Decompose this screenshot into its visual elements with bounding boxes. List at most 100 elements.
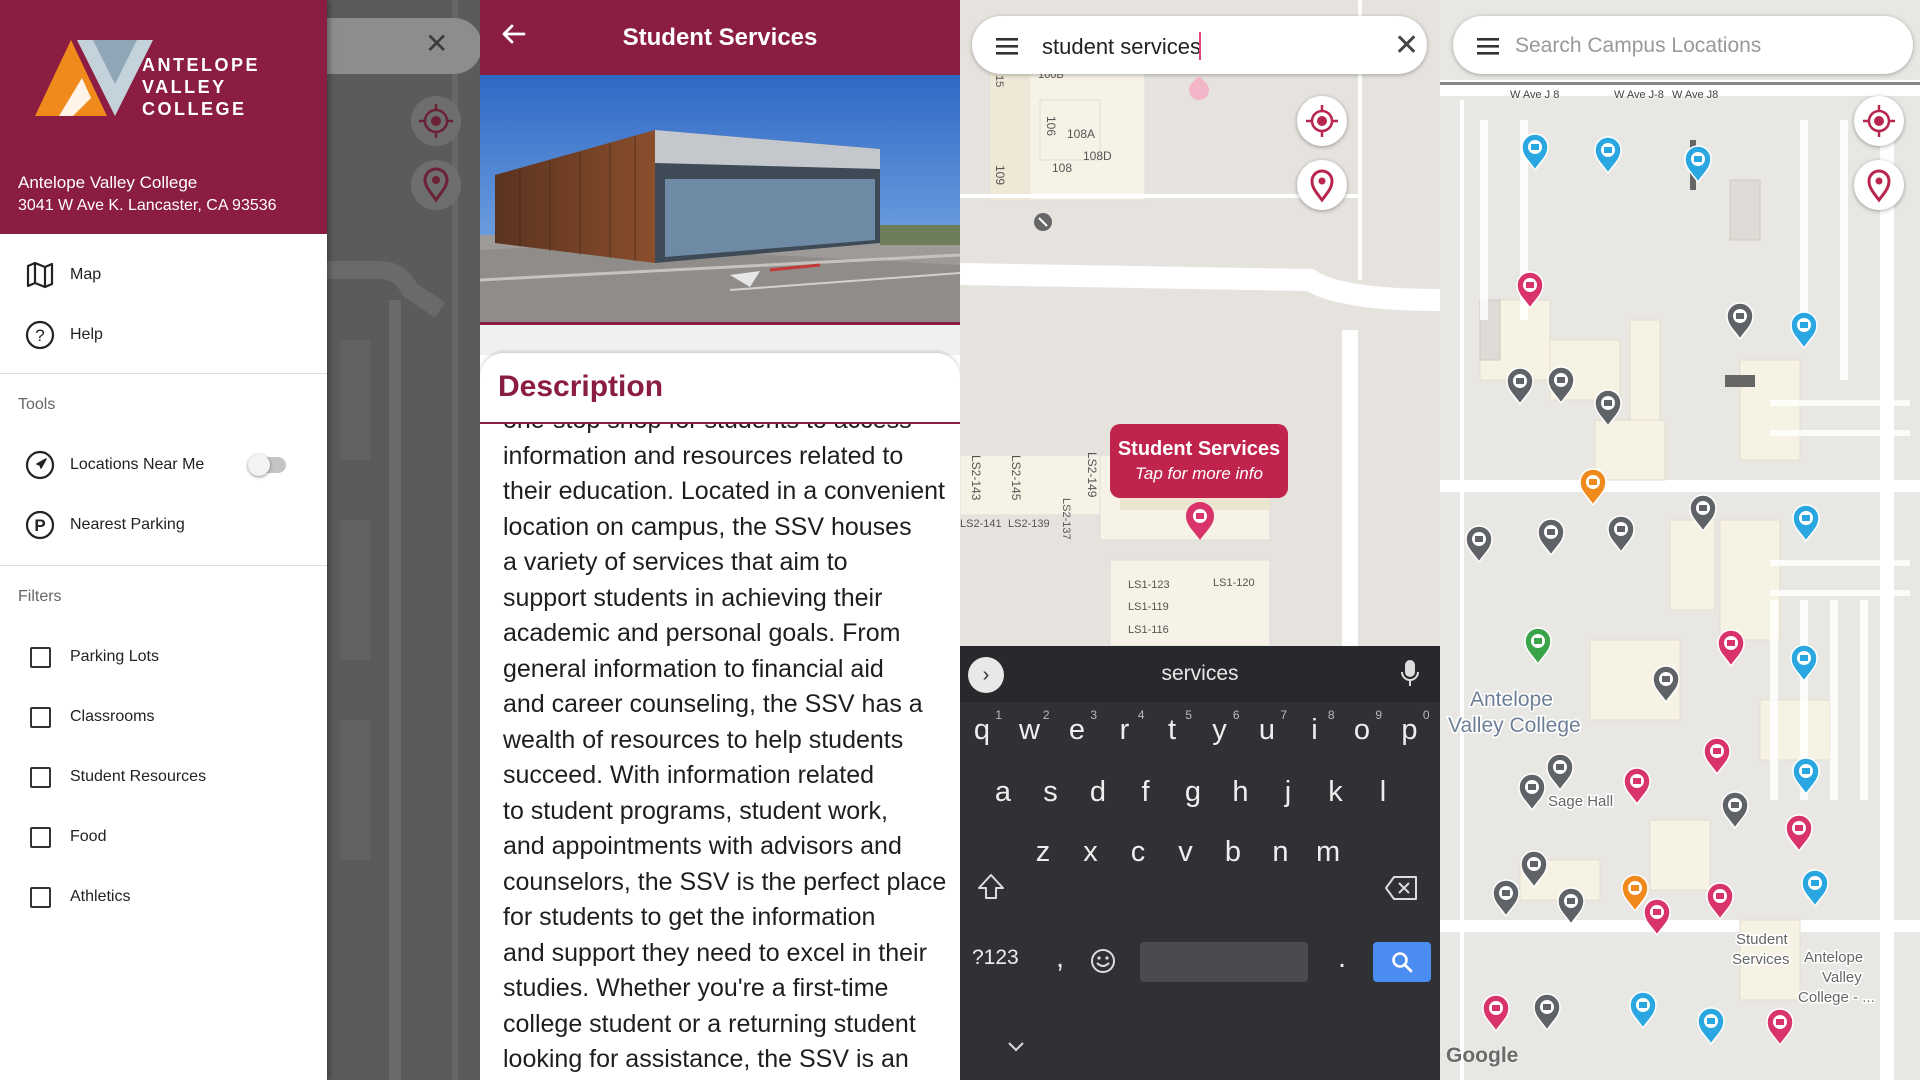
backspace-icon[interactable] — [1384, 875, 1418, 901]
key-r[interactable]: r4 — [1113, 708, 1145, 747]
clear-search-icon[interactable]: ✕ — [1394, 28, 1419, 63]
key-q[interactable]: q1 — [970, 708, 1002, 747]
microphone-icon[interactable] — [1400, 658, 1420, 688]
college-name: Antelope Valley College — [18, 173, 198, 192]
food-checkbox[interactable] — [29, 826, 51, 848]
tools-heading: Tools — [18, 396, 56, 413]
room-label: LS2-141 — [960, 518, 1002, 530]
chevron-down-icon[interactable] — [1006, 1040, 1026, 1054]
room-label: LS1-123 — [1128, 579, 1170, 591]
filter-classrooms[interactable]: Classrooms — [0, 692, 327, 742]
locations-near-me-toggle[interactable] — [248, 454, 286, 476]
pin-fab[interactable] — [411, 160, 461, 210]
filter-student-resources[interactable]: Student Resources — [0, 752, 327, 802]
key-number-hint: 1 — [995, 708, 1002, 722]
key-c[interactable]: c — [1126, 836, 1150, 869]
search-bar[interactable]: student services ✕ — [972, 16, 1427, 105]
comma-key[interactable]: , — [1056, 942, 1064, 975]
search-screen: 100B 106 108A 108D 108 109 15 LS2-143 LS… — [960, 0, 1440, 1080]
suggestion-word[interactable]: services — [960, 662, 1440, 686]
drawer-header: ANTELOPE VALLEY COLLEGE Antelope Valley … — [0, 0, 327, 234]
shift-icon[interactable] — [976, 872, 1006, 902]
nav-item-help[interactable]: ? Help — [0, 310, 327, 360]
symbols-key[interactable]: ?123 — [972, 946, 1019, 970]
search-bar[interactable]: Search Campus Locations — [1453, 16, 1913, 74]
description-scroll[interactable]: one-stop shop for students to access info… — [480, 424, 960, 1080]
key-a[interactable]: a — [991, 776, 1015, 809]
building-photo — [480, 75, 960, 325]
key-number-hint: 3 — [1090, 708, 1097, 722]
place-label-antelope-valley-college: Antelope — [1470, 688, 1553, 711]
menu-icon[interactable] — [1477, 37, 1501, 57]
section-heading: Description — [498, 370, 664, 403]
student-resources-checkbox[interactable] — [29, 766, 51, 788]
key-label: s — [1043, 776, 1058, 808]
nav-item-label: Help — [70, 326, 103, 343]
pin-fab[interactable] — [1297, 160, 1347, 210]
key-e[interactable]: e3 — [1065, 708, 1097, 747]
search-key[interactable] — [1373, 942, 1431, 982]
campus-map[interactable]: W Ave J 8 W Ave J-8 W Ave J8 Antelope Va… — [1440, 0, 1920, 1080]
filter-parking-lots[interactable]: Parking Lots — [0, 632, 327, 682]
key-l[interactable]: l — [1371, 776, 1395, 809]
key-n[interactable]: n — [1269, 836, 1293, 869]
key-o[interactable]: o9 — [1350, 708, 1382, 747]
search-input[interactable]: student services — [1042, 34, 1201, 60]
key-s[interactable]: s — [1039, 776, 1063, 809]
room-label: 15 — [993, 75, 1005, 87]
emoji-icon[interactable] — [1090, 948, 1116, 974]
key-i[interactable]: i8 — [1303, 708, 1334, 747]
key-p[interactable]: p0 — [1398, 708, 1429, 747]
key-h[interactable]: h — [1229, 776, 1253, 809]
target-icon — [419, 104, 453, 138]
room-label: 108 — [1052, 161, 1072, 175]
search-input-placeholder[interactable]: Search Campus Locations — [1515, 34, 1761, 58]
menu-icon[interactable] — [996, 37, 1020, 57]
key-label: a — [994, 776, 1012, 808]
key-j[interactable]: j — [1276, 776, 1300, 809]
key-w[interactable]: w2 — [1018, 708, 1049, 747]
tool-locations-near-me[interactable]: Locations Near Me — [0, 440, 327, 490]
description-line: one-stop shop for students to access — [503, 424, 953, 439]
key-m[interactable]: m — [1316, 836, 1340, 869]
key-t[interactable]: t5 — [1160, 708, 1192, 747]
filter-label: Student Resources — [70, 768, 207, 785]
key-f[interactable]: f — [1134, 776, 1158, 809]
key-y[interactable]: y6 — [1208, 708, 1239, 747]
description-line: academic and personal goals. From — [503, 619, 901, 647]
key-x[interactable]: x — [1079, 836, 1103, 869]
key-z[interactable]: z — [1031, 836, 1055, 869]
filter-label: Parking Lots — [70, 648, 159, 665]
space-key[interactable] — [1140, 942, 1308, 982]
key-g[interactable]: g — [1181, 776, 1205, 809]
my-location-fab[interactable] — [411, 96, 461, 146]
target-icon — [1863, 105, 1895, 137]
classrooms-checkbox[interactable] — [29, 706, 51, 728]
room-label: LS1-116 — [1128, 624, 1169, 636]
place-label-student-services: Services — [1732, 951, 1790, 968]
filter-food[interactable]: Food — [0, 812, 327, 862]
location-tooltip[interactable]: Student Services Tap for more info — [1110, 424, 1288, 498]
key-k[interactable]: k — [1324, 776, 1348, 809]
close-icon[interactable]: ✕ — [425, 30, 448, 58]
description-line: wealth of resources to help students — [503, 725, 904, 754]
pin-fab[interactable] — [1854, 160, 1904, 210]
period-key[interactable]: . — [1338, 942, 1346, 975]
key-d[interactable]: d — [1086, 776, 1110, 809]
filter-athletics[interactable]: Athletics — [0, 872, 327, 922]
key-label: u — [1258, 714, 1276, 746]
tool-nearest-parking[interactable]: P Nearest Parking — [0, 500, 327, 550]
key-b[interactable]: b — [1221, 836, 1245, 869]
my-location-fab[interactable] — [1854, 96, 1904, 146]
key-u[interactable]: u7 — [1255, 708, 1287, 747]
place-label-antelope-valley-college-2: Valley — [1822, 969, 1862, 986]
nav-item-map[interactable]: Map — [0, 250, 327, 300]
parking-lots-checkbox[interactable] — [29, 646, 51, 668]
key-label: q — [973, 714, 991, 746]
search-icon — [1392, 952, 1413, 973]
search-bar-behind-drawer — [327, 18, 480, 74]
help-icon: ? — [25, 320, 55, 350]
key-v[interactable]: v — [1174, 836, 1198, 869]
my-location-fab[interactable] — [1297, 96, 1347, 146]
athletics-checkbox[interactable] — [29, 886, 51, 908]
